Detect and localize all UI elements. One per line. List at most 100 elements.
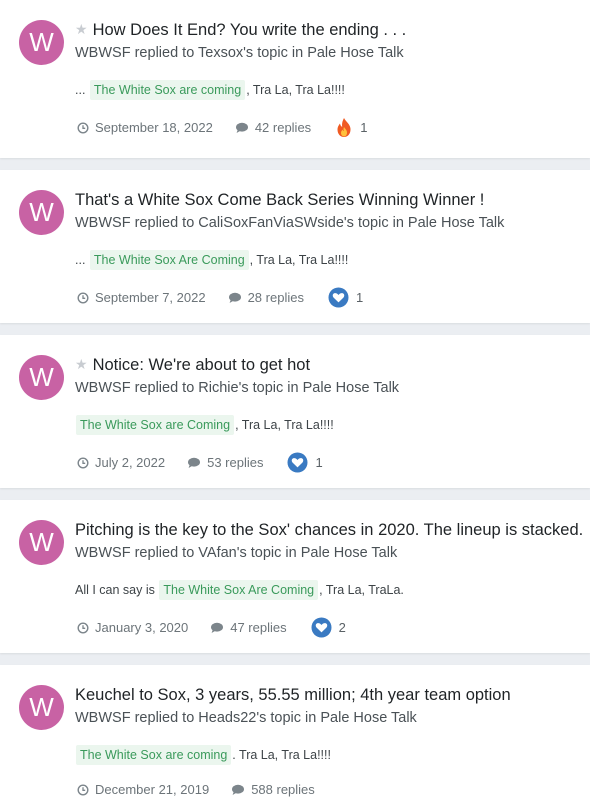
meta-text: replied to — [130, 215, 199, 231]
activity-meta: WBWSF replied to CaliSoxFanViaSWside's t… — [75, 215, 504, 231]
comment-icon — [187, 457, 204, 469]
snippet-suffix: , Tra La, TraLa. — [319, 583, 404, 597]
meta-text: replied to — [130, 45, 199, 61]
avatar[interactable]: W — [19, 190, 64, 235]
reaction[interactable]: 2 — [311, 617, 346, 638]
clock-icon — [77, 291, 92, 304]
post-snippet: All I can say is The White Sox Are Comin… — [75, 580, 404, 600]
topic-owner-link[interactable]: Texsox's — [198, 45, 253, 61]
meta-text: topic in — [266, 710, 321, 726]
meta-text: replied to — [130, 380, 199, 396]
activity-item: W ★ How Does It End? You write the ending … — [0, 0, 590, 158]
forum-link[interactable]: Pale Hose Talk — [320, 710, 416, 726]
date[interactable]: December 21, 2019 — [77, 782, 209, 797]
meta-text: topic in — [248, 380, 303, 396]
date[interactable]: July 2, 2022 — [77, 455, 165, 470]
star-icon: ★ — [75, 21, 88, 37]
avatar[interactable]: W — [19, 20, 64, 65]
avatar[interactable]: W — [19, 685, 64, 730]
reaction[interactable]: 1 — [335, 117, 367, 138]
reaction[interactable]: 1 — [328, 287, 363, 308]
snippet-suffix: , Tra La, Tra La!!!! — [246, 83, 345, 97]
item-stats: January 3, 2020 47 replies 2 — [77, 617, 346, 638]
topic-title[interactable]: How Does It End? You write the ending . … — [93, 21, 407, 39]
forum-link[interactable]: Pale Hose Talk — [307, 45, 403, 61]
activity-meta: WBWSF replied to Heads22's topic in Pale… — [75, 710, 417, 726]
date[interactable]: September 18, 2022 — [77, 120, 213, 135]
meta-text: replied to — [130, 545, 199, 561]
item-stats: September 18, 2022 42 replies 1 — [77, 117, 367, 138]
snippet-suffix: , Tra La, Tra La!!!! — [249, 253, 349, 267]
topic-owner-link[interactable]: VAfan's — [198, 545, 246, 561]
topic-owner-link[interactable]: Heads22's — [198, 710, 266, 726]
item-stats: December 21, 2019 588 replies — [77, 782, 339, 797]
reaction-count: 1 — [360, 120, 368, 135]
topic-title-link[interactable]: ★ Notice: We're about to get hot — [75, 356, 584, 375]
replies-text: 47 replies — [230, 620, 287, 635]
date[interactable]: January 3, 2020 — [77, 620, 188, 635]
activity-meta: WBWSF replied to Texsox's topic in Pale … — [75, 45, 404, 61]
heart-icon[interactable] — [287, 452, 308, 473]
topic-title[interactable]: Pitching is the key to the Sox' chances … — [75, 521, 583, 539]
activity-item: W ★ Notice: We're about to get hot WBWSF re… — [0, 335, 590, 488]
snippet-highlight: The White Sox are coming — [76, 745, 232, 765]
topic-title[interactable]: Notice: We're about to get hot — [93, 356, 310, 374]
meta-text: topic in — [353, 215, 408, 231]
date-text[interactable]: December 21, 2019 — [95, 782, 209, 797]
topic-title-link[interactable]: That's a White Sox Come Back Series Winn… — [75, 191, 584, 210]
heart-icon[interactable] — [328, 287, 349, 308]
clock-icon — [77, 456, 92, 469]
author-link[interactable]: WBWSF — [75, 215, 131, 231]
replies-text: 53 replies — [207, 455, 264, 470]
replies-text: 28 replies — [247, 290, 304, 305]
reaction-count: 2 — [338, 620, 346, 635]
clock-icon — [77, 783, 92, 796]
activity-feed: W ★ How Does It End? You write the ending … — [0, 0, 590, 798]
snippet-prefix: ... — [75, 83, 89, 97]
forum-link[interactable]: Pale Hose Talk — [408, 215, 504, 231]
replies-text: 42 replies — [254, 120, 312, 135]
topic-owner-link[interactable]: CaliSoxFanViaSWside's — [198, 215, 354, 231]
heart-icon[interactable] — [311, 617, 332, 638]
comment-icon — [228, 292, 245, 304]
author-link[interactable]: WBWSF — [75, 45, 131, 61]
snippet-prefix: All I can say is — [75, 583, 159, 597]
topic-owner-link[interactable]: Richie's — [198, 380, 248, 396]
post-snippet: ... The White Sox are coming, Tra La, Tr… — [75, 80, 345, 100]
avatar[interactable]: W — [19, 520, 64, 565]
author-link[interactable]: WBWSF — [75, 710, 131, 726]
activity-item: W Pitching is the key to the Sox' chances… — [0, 500, 590, 653]
item-stats: September 7, 2022 28 replies 1 — [77, 287, 363, 308]
snippet-highlight: The White Sox are coming — [89, 80, 246, 100]
date-text[interactable]: July 2, 2022 — [95, 455, 165, 470]
reaction-count: 1 — [315, 455, 323, 470]
forum-link[interactable]: Pale Hose Talk — [301, 545, 397, 561]
topic-title[interactable]: Keuchel to Sox, 3 years, 55.55 million; … — [75, 686, 511, 704]
meta-text: topic in — [246, 545, 301, 561]
replies: 28 replies — [228, 290, 304, 305]
snippet-highlight: The White Sox Are Coming — [89, 250, 249, 270]
topic-title[interactable]: That's a White Sox Come Back Series Winn… — [75, 191, 484, 209]
snippet-suffix: , Tra La, Tra La!!!! — [235, 418, 334, 432]
date-text[interactable]: September 7, 2022 — [95, 290, 206, 305]
activity-meta: WBWSF replied to Richie's topic in Pale … — [75, 380, 399, 396]
date-text[interactable]: September 18, 2022 — [95, 120, 213, 135]
replies: 47 replies — [210, 620, 287, 635]
topic-title-link[interactable]: Keuchel to Sox, 3 years, 55.55 million; … — [75, 686, 584, 705]
replies-text: 588 replies — [251, 782, 315, 797]
date[interactable]: September 7, 2022 — [77, 290, 206, 305]
topic-title-link[interactable]: ★ How Does It End? You write the ending .… — [75, 21, 584, 40]
forum-link[interactable]: Pale Hose Talk — [303, 380, 399, 396]
reaction[interactable]: 1 — [287, 452, 323, 473]
date-text[interactable]: January 3, 2020 — [95, 620, 188, 635]
replies: 42 replies — [235, 120, 311, 135]
fire-icon[interactable] — [335, 117, 353, 138]
topic-title-link[interactable]: Pitching is the key to the Sox' chances … — [75, 521, 584, 540]
author-link[interactable]: WBWSF — [75, 545, 131, 561]
clock-icon — [77, 121, 92, 134]
activity-meta: WBWSF replied to VAfan's topic in Pale H… — [75, 545, 397, 561]
author-link[interactable]: WBWSF — [75, 380, 131, 396]
comment-icon — [210, 622, 227, 634]
activity-item: W That's a White Sox Come Back Series Win… — [0, 170, 590, 323]
avatar[interactable]: W — [19, 355, 64, 400]
